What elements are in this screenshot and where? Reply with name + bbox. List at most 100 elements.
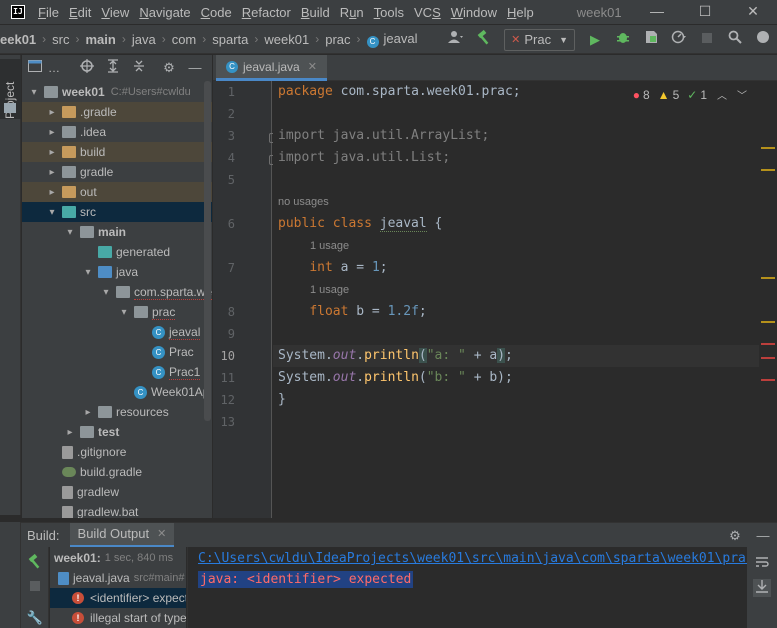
menu-item[interactable]: VCS (409, 5, 446, 20)
tree-item[interactable]: ▾ java (22, 262, 212, 282)
build-error-item[interactable]: ! <identifier> expected (50, 588, 186, 608)
locate-icon[interactable] (78, 59, 96, 77)
warning-marker[interactable] (761, 169, 775, 171)
close-button[interactable]: ✕ (729, 0, 777, 24)
code-editor[interactable]: ● 8 ▲ 5 ✓ 1 ︿ ﹀ package com.sparta.week0… (273, 81, 759, 518)
breadcrumb-item[interactable]: com (172, 32, 197, 47)
hide-panel-icon[interactable]: — (752, 525, 774, 547)
chevron-down-icon[interactable]: ▾ (100, 287, 112, 298)
soft-wrap-icon[interactable] (753, 555, 771, 573)
chevron-right-icon[interactable]: ▸ (46, 187, 58, 198)
tree-item[interactable]: C Week01Ap (22, 382, 212, 402)
tree-item[interactable]: ▸ out (22, 182, 212, 202)
breadcrumb-item[interactable]: Cjeaval (366, 31, 417, 48)
stop-icon[interactable] (696, 29, 718, 51)
tree-item[interactable]: build.gradle (22, 462, 212, 482)
minimize-button[interactable]: — (633, 0, 681, 24)
tree-item[interactable]: ▸ test (22, 422, 212, 442)
previous-highlight-icon[interactable]: ︿ (717, 87, 727, 102)
chevron-down-icon[interactable]: ▾ (64, 227, 76, 238)
run-configuration-select[interactable]: ✕ Prac ▼ (504, 28, 575, 51)
debug-icon[interactable] (612, 29, 634, 51)
chevron-right-icon[interactable]: ▸ (46, 127, 58, 138)
stop-icon[interactable] (26, 579, 44, 597)
error-marker[interactable] (761, 357, 775, 359)
breadcrumb-item[interactable]: src (52, 32, 69, 47)
project-view-icon[interactable] (26, 59, 44, 77)
chevron-down-icon[interactable]: ▾ (46, 207, 58, 218)
warning-marker[interactable] (761, 147, 775, 149)
tree-item[interactable]: ▸ gradle (22, 162, 212, 182)
tree-item[interactable]: ▾ week01 C:#Users#cwldu (22, 82, 212, 102)
menu-item[interactable]: Run (335, 5, 369, 20)
tree-item[interactable]: Cjeaval (22, 322, 212, 342)
settings-icon[interactable]: ⚙ (160, 59, 178, 77)
tree-item[interactable]: ▸ build (22, 142, 212, 162)
tree-item[interactable]: C Prac (22, 342, 212, 362)
tab-jeaval-java[interactable]: C jeaval.java ✕ (216, 55, 327, 81)
tree-item[interactable]: C Prac1 (22, 362, 212, 382)
inspection-widget[interactable]: ● 8 ▲ 5 ✓ 1 ︿ ﹀ (625, 87, 747, 103)
tree-item[interactable]: gradlew.bat (22, 502, 212, 518)
usage-hint-b[interactable]: 1 usage (310, 284, 349, 296)
chevron-down-icon[interactable]: ▾ (28, 87, 40, 98)
chevron-right-icon[interactable]: ▸ (46, 147, 58, 158)
tree-item[interactable]: gradlew (22, 482, 212, 502)
coverage-icon[interactable] (640, 29, 662, 51)
chevron-right-icon[interactable]: ▸ (46, 167, 58, 178)
tree-item[interactable]: .gitignore (22, 442, 212, 462)
warning-marker[interactable] (761, 277, 775, 279)
warning-marker[interactable] (761, 321, 775, 323)
chevron-down-icon[interactable]: ▾ (118, 307, 130, 318)
breadcrumb-item[interactable]: sparta (212, 32, 248, 47)
translate-icon[interactable] (752, 29, 774, 51)
breadcrumb-item[interactable]: eek01 (0, 32, 36, 47)
menu-item[interactable]: Build (296, 5, 335, 20)
close-tab-icon[interactable]: ✕ (157, 527, 166, 540)
breadcrumb-item[interactable]: week01 (264, 32, 309, 47)
user-icon[interactable] (445, 29, 467, 51)
tree-item[interactable]: ▸ resources (22, 402, 212, 422)
collapse-all-icon[interactable] (130, 59, 148, 77)
scroll-to-end-icon[interactable] (753, 579, 771, 597)
tree-item[interactable]: ▾ main (22, 222, 212, 242)
error-stripe[interactable] (759, 81, 777, 518)
menu-item[interactable]: Tools (369, 5, 409, 20)
menu-item[interactable]: Help (502, 5, 539, 20)
build-root-item[interactable]: week01: 1 sec, 840 ms (50, 548, 186, 568)
run-icon[interactable]: ▶ (584, 29, 606, 51)
chevron-right-icon[interactable]: ▸ (82, 407, 94, 418)
wrench-icon[interactable]: 🔧 (26, 609, 44, 627)
tree-item[interactable]: ▸ .idea (22, 122, 212, 142)
maximize-button[interactable]: ☐ (681, 0, 729, 24)
breadcrumb-item[interactable]: main (86, 32, 116, 47)
menu-item[interactable]: Refactor (237, 5, 296, 20)
tree-item[interactable]: ▾ prac (22, 302, 212, 322)
hammer-icon[interactable] (473, 29, 495, 51)
next-highlight-icon[interactable]: ﹀ (737, 87, 747, 102)
error-marker[interactable] (761, 379, 775, 381)
hide-panel-icon[interactable]: — (186, 59, 204, 77)
usage-hint-a[interactable]: 1 usage (310, 240, 349, 252)
project-view-dropdown[interactable]: … (48, 61, 60, 75)
build-file-item[interactable]: jeaval.java src#main# (50, 568, 186, 588)
menu-item[interactable]: View (96, 5, 134, 20)
menu-item[interactable]: File (33, 5, 64, 20)
chevron-right-icon[interactable]: ▸ (46, 107, 58, 118)
tab-build-output[interactable]: Build Output ✕ (69, 522, 175, 548)
build-error-item[interactable]: ! illegal start of type (50, 608, 186, 628)
breadcrumb-item[interactable]: java (132, 32, 156, 47)
tree-item[interactable]: ▸ .gradle (22, 102, 212, 122)
profile-icon[interactable] (668, 29, 690, 51)
build-console[interactable]: C:\Users\cwldu\IdeaProjects\week01\src\m… (187, 547, 747, 628)
no-usages-hint[interactable]: no usages (278, 196, 329, 208)
menu-item[interactable]: Code (196, 5, 237, 20)
breadcrumb-item[interactable]: prac (325, 32, 350, 47)
menu-item[interactable]: Window (446, 5, 502, 20)
console-file-link[interactable]: C:\Users\cwldu\IdeaProjects\week01\src\m… (198, 551, 747, 566)
chevron-down-icon[interactable]: ▾ (82, 267, 94, 278)
error-marker[interactable] (761, 343, 775, 345)
close-tab-icon[interactable]: ✕ (308, 60, 317, 73)
hammer-icon[interactable] (26, 553, 44, 571)
menu-item[interactable]: Navigate (134, 5, 195, 20)
